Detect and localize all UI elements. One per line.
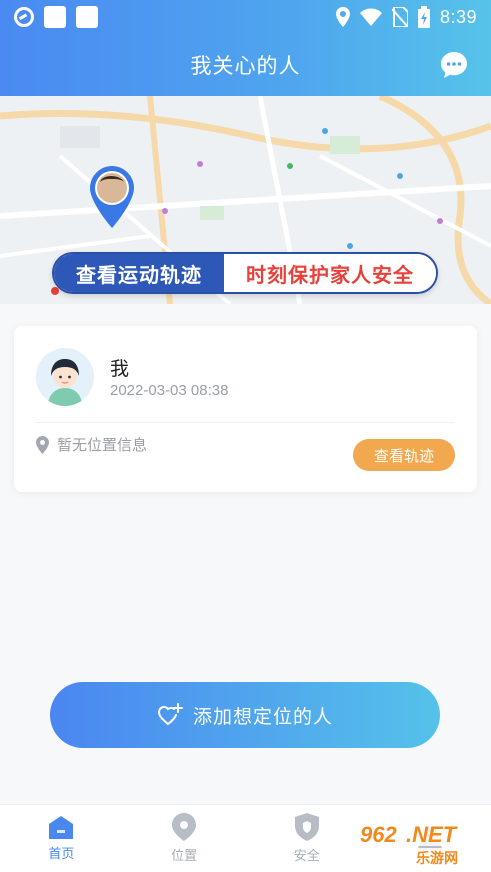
site-watermark-logo: 962 .NET 乐游网 — [354, 820, 480, 867]
tab-location[interactable]: 位置 — [123, 805, 246, 872]
status-time: 8:39 — [439, 6, 477, 27]
view-track-button[interactable]: 查看轨迹 — [353, 439, 455, 471]
app-notification-icon — [14, 7, 34, 27]
svg-text:962: 962 — [360, 822, 397, 847]
page-title: 我关心的人 — [190, 54, 301, 78]
member-card[interactable]: 我 2022-03-03 08:38 暂无位置信息 查看轨迹 — [14, 326, 477, 492]
tab-security-label: 安全 — [293, 849, 320, 864]
notification-icon — [44, 6, 66, 28]
tab-home[interactable]: 首页 — [0, 805, 123, 872]
location-row: 暂无位置信息 — [36, 434, 147, 455]
banner-right-text: 时刻保护家人安全 — [224, 254, 436, 292]
shield-icon — [294, 813, 319, 841]
notification-icon-2 — [76, 6, 98, 28]
location-pin-icon — [172, 813, 197, 841]
wifi-icon — [359, 8, 382, 26]
tab-home-label: 首页 — [48, 847, 75, 862]
add-person-button[interactable]: 添加想定位的人 — [50, 682, 440, 748]
app-header: 我关心的人 — [0, 34, 491, 96]
no-sim-icon — [391, 7, 408, 27]
map-view[interactable]: 查看运动轨迹 时刻保护家人安全 — [0, 96, 491, 304]
svg-text:乐游网: 乐游网 — [416, 850, 458, 867]
last-update-time: 2022-03-03 08:38 — [110, 382, 229, 399]
tab-security[interactable]: 安全 — [246, 805, 369, 872]
banner-left-text: 查看运动轨迹 — [54, 254, 224, 292]
battery-charging-icon — [417, 6, 430, 28]
home-icon — [49, 816, 74, 839]
location-text: 暂无位置信息 — [57, 436, 148, 454]
tab-location-label: 位置 — [171, 849, 198, 864]
chat-bubble-icon[interactable] — [439, 50, 469, 80]
user-location-marker[interactable] — [90, 166, 134, 228]
location-status-icon — [335, 7, 350, 27]
promo-banner[interactable]: 查看运动轨迹 时刻保护家人安全 — [52, 252, 438, 294]
divider — [36, 422, 455, 423]
heart-plus-icon — [157, 703, 183, 725]
location-pin-icon — [36, 435, 49, 454]
add-person-label: 添加想定位的人 — [192, 706, 333, 728]
status-bar: 8:39 — [0, 0, 491, 34]
svg-text:.NET: .NET — [406, 822, 458, 847]
avatar — [36, 348, 94, 406]
member-name: 我 — [110, 358, 130, 380]
